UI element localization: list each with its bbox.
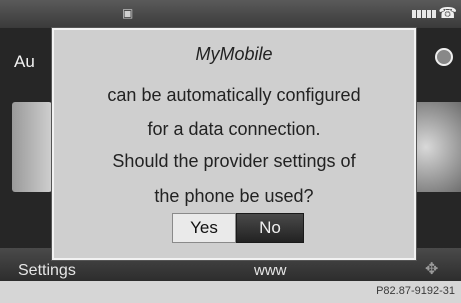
sim-icon: ▣	[122, 6, 134, 20]
yes-button[interactable]: Yes	[172, 213, 236, 243]
head-unit-screen: ▣ ☎ Au Settings www ✥ MyMobile can be au…	[0, 0, 461, 281]
background-left-panel	[12, 102, 52, 192]
dialog-message-line: Should the provider settings of	[112, 151, 356, 171]
figure-reference: P82.87-9192-31	[376, 285, 455, 297]
dialog-message-line: for a data connection.	[147, 119, 321, 139]
background-right-panel	[411, 102, 461, 192]
navigation-icon: ✥	[425, 261, 439, 278]
dialog-message-line: can be automatically configured	[107, 85, 361, 105]
www-menu-item[interactable]: www	[254, 262, 287, 279]
dialog-message-line: the phone be used?	[154, 186, 314, 206]
phone-icon: ☎	[438, 5, 457, 22]
signal-strength-icon	[412, 10, 436, 18]
settings-menu-item[interactable]: Settings	[18, 262, 76, 280]
status-bar: ▣ ☎	[0, 0, 461, 28]
dialog-title: MyMobile	[195, 44, 273, 64]
no-button[interactable]: No	[236, 213, 304, 243]
background-menu-title: Au	[14, 52, 35, 71]
configuration-dialog: MyMobile can be automatically configured…	[52, 28, 416, 260]
globe-icon	[435, 48, 453, 66]
